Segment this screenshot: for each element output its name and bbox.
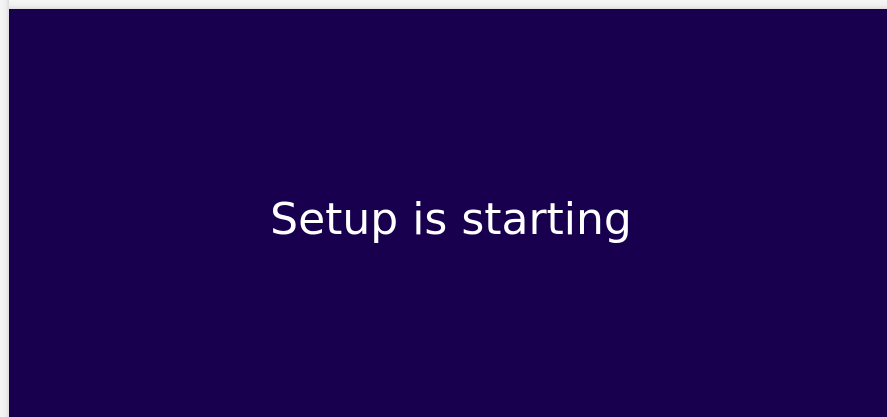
setup-screen: Setup is starting — [9, 9, 887, 417]
window-left-edge — [0, 0, 9, 417]
setup-window-frame: Setup is starting — [0, 0, 887, 417]
setup-status-text: Setup is starting — [270, 194, 632, 245]
window-top-edge — [0, 0, 887, 9]
